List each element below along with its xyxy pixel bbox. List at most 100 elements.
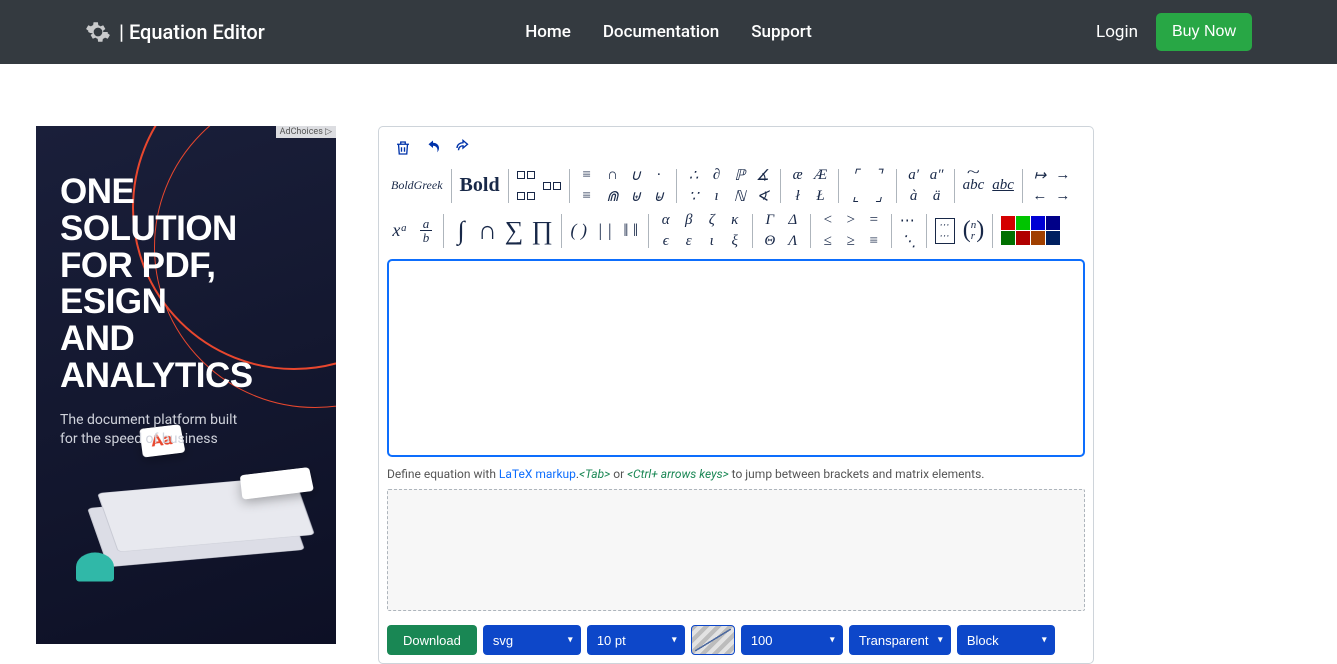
rarrow-button[interactable]: → [1054,165,1072,185]
editor-panel: BoldGreek Bold ≡ ≡ ∩∪· ⋒⊎⊌ ∴∂ℙ∡ ∵ıℕ∢ [378,126,1094,664]
superscript-button[interactable]: xᵃ [391,221,409,241]
zoom-select[interactable]: 100 [741,625,843,655]
widehat-button[interactable]: abc [963,176,985,196]
zeta-button[interactable]: ζ [703,210,721,230]
fraction-button[interactable]: ab [417,221,435,241]
paren-button[interactable]: ( ) [570,221,588,241]
AE-button[interactable]: Æ [812,165,830,185]
color-swatch[interactable] [1001,216,1015,230]
login-link[interactable]: Login [1096,22,1138,42]
eq-button[interactable]: = [865,210,883,230]
redo-button[interactable] [451,137,475,159]
adchoices-badge[interactable]: AdChoices ▷ [276,126,336,138]
clear-button[interactable] [391,137,415,159]
align-center-icon[interactable]: ≡ [578,186,596,206]
imath-button[interactable]: ı [708,186,726,206]
sum-button[interactable]: ∑ [505,221,524,241]
array-2x2-button[interactable] [517,186,535,206]
prod-button[interactable]: ∏ [531,221,552,241]
align-left-icon[interactable]: ≡ [578,165,596,185]
integral-button[interactable]: ∫ [452,221,470,241]
gear-icon [85,19,111,45]
set-cap-button[interactable]: ∩ [604,165,622,185]
latex-input[interactable] [387,259,1085,457]
color-swatch[interactable] [1016,231,1030,245]
set-dot-button[interactable]: · [650,165,668,185]
fgcolor-button[interactable] [691,625,735,655]
lstroke-button[interactable]: ł [789,186,807,206]
array-alt-button[interactable] [543,176,561,196]
bmatrix-button[interactable]: ⋯⋯ [935,221,955,241]
agrave-button[interactable]: à [905,186,923,206]
ddots-button[interactable]: ⋱ [900,231,918,251]
color-swatch[interactable] [1031,231,1045,245]
download-button[interactable]: Download [387,625,477,655]
alpha-button[interactable]: α [657,210,675,230]
latex-markup-link[interactable]: LaTeX markup [499,467,576,481]
color-swatch[interactable] [1016,216,1030,230]
gt-button[interactable]: > [842,210,860,230]
bbP-button[interactable]: ℙ [731,165,749,185]
geq-button[interactable]: ≥ [842,231,860,251]
brand[interactable]: | Equation Editor [85,19,265,45]
aprime-button[interactable]: a′ [905,165,923,185]
color-swatch[interactable] [1001,231,1015,245]
set-cup-button[interactable]: ∪ [627,165,645,185]
corner-tl-icon[interactable]: ⌜ [847,165,865,185]
leq-button[interactable]: ≤ [819,231,837,251]
set-umult-button[interactable]: ⊌ [650,186,668,206]
aumlaut-button[interactable]: ä [928,186,946,206]
color-swatch[interactable] [1046,231,1060,245]
iota-button[interactable]: ι [703,231,721,251]
ae-button[interactable]: æ [789,165,807,185]
Gamma-button[interactable]: Γ [761,210,779,230]
bold-button[interactable]: Bold [460,176,500,196]
Delta-button[interactable]: Δ [784,210,802,230]
corner-bl-icon[interactable]: ⌞ [847,186,865,206]
bbN-button[interactable]: ℕ [731,186,749,206]
buy-now-button[interactable]: Buy Now [1156,13,1252,51]
because-button[interactable]: ∵ [685,186,703,206]
Theta-button[interactable]: Θ [761,231,779,251]
set-uplus-button[interactable]: ⊎ [627,186,645,206]
adprime-button[interactable]: a″ [928,165,946,185]
kappa-button[interactable]: κ [726,210,744,230]
Lambda-button[interactable]: Λ [784,231,802,251]
abs-button[interactable]: | | [596,221,614,241]
corner-tr-icon[interactable]: ⌝ [870,165,888,185]
equiv-button[interactable]: ≡ [865,231,883,251]
ad-banner[interactable]: AdChoices ▷ ONE SOLUTION FOR PDF, ESIGN … [36,126,336,644]
corner-br-icon[interactable]: ⌟ [870,186,888,206]
set-ccap-button[interactable]: ⋒ [604,186,622,206]
larrow-button[interactable]: ← [1031,186,1049,206]
underline-button[interactable]: abc [992,176,1014,196]
bigcap-button[interactable]: ∩ [478,221,497,241]
rarrow2-button[interactable]: → [1054,186,1072,206]
binom-button[interactable]: (nr) [963,221,985,241]
angle1-button[interactable]: ∡ [754,165,772,185]
nav-docs[interactable]: Documentation [595,14,727,50]
beta-button[interactable]: β [680,210,698,230]
mapsto-button[interactable]: ↦ [1031,165,1049,185]
epsilon-button[interactable]: ϵ [657,231,675,251]
lt-button[interactable]: < [819,210,837,230]
undo-button[interactable] [421,137,445,159]
bg-select[interactable]: Transparent [849,625,951,655]
Lstroke-button[interactable]: Ł [812,186,830,206]
partial-button[interactable]: ∂ [708,165,726,185]
color-swatch[interactable] [1046,216,1060,230]
nav-support[interactable]: Support [743,14,820,50]
cdots-button[interactable]: ⋯ [900,210,918,230]
xi-button[interactable]: ξ [726,231,744,251]
nav-home[interactable]: Home [517,14,579,50]
therefore-button[interactable]: ∴ [685,165,703,185]
norm-button[interactable]: ‖ ‖ [622,221,640,241]
boldgreek-button[interactable]: BoldGreek [391,176,443,196]
varepsilon-button[interactable]: ε [680,231,698,251]
format-select[interactable]: svg [483,625,581,655]
fontsize-select[interactable]: 10 pt [587,625,685,655]
angle2-button[interactable]: ∢ [754,186,772,206]
display-select[interactable]: Block [957,625,1055,655]
array-2col-button[interactable] [517,165,535,185]
color-swatch[interactable] [1031,216,1045,230]
